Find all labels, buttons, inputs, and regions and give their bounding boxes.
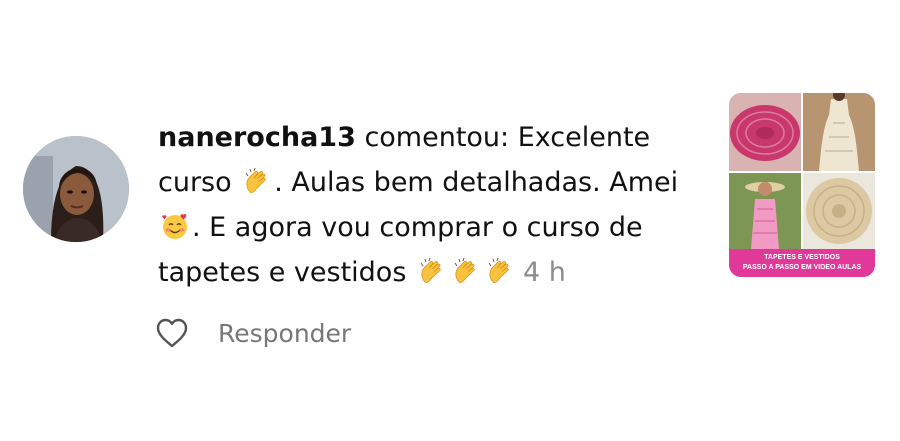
- comment-text-part-3: . E agora vou comprar o curso de tapetes…: [158, 212, 643, 288]
- avatar[interactable]: [23, 136, 129, 242]
- comment-notification[interactable]: nanerocha13 comentou: Excelente curso . …: [0, 0, 900, 441]
- thumbnail-beige-rug-image: [803, 173, 875, 249]
- comment-text-part-2: . Aulas bem detalhadas. Amei: [274, 167, 679, 198]
- clapping-hands-icon: [485, 256, 515, 286]
- notification-text: nanerocha13 comentou: Excelente curso . …: [158, 115, 693, 295]
- reply-button[interactable]: Responder: [218, 319, 351, 348]
- clapping-hands-icon: [451, 256, 481, 286]
- banner-line-1: TAPETES E VESTIDOS: [764, 254, 840, 261]
- thumbnail-banner: TAPETES E VESTIDOS PASSO A PASSO EM VIDE…: [729, 249, 875, 277]
- heart-icon[interactable]: [155, 317, 189, 349]
- post-thumbnail[interactable]: TAPETES E VESTIDOS PASSO A PASSO EM VIDE…: [729, 93, 875, 277]
- username[interactable]: nanerocha13: [158, 122, 356, 153]
- clapping-hands-icon: [242, 166, 272, 196]
- avatar-photo: [23, 136, 129, 242]
- banner-line-2: PASSO A PASSO EM VIDEO AULAS: [742, 264, 862, 271]
- timestamp: 4 h: [522, 257, 566, 288]
- smiling-face-with-hearts-icon: [160, 211, 190, 241]
- clapping-hands-icon: [417, 256, 447, 286]
- comment-actions: Responder: [155, 313, 351, 353]
- thumbnail-pink-rug-image: [729, 93, 801, 171]
- thumbnail-crochet-dress-image: [803, 93, 875, 171]
- thumbnail-pink-dress-image: [729, 173, 801, 249]
